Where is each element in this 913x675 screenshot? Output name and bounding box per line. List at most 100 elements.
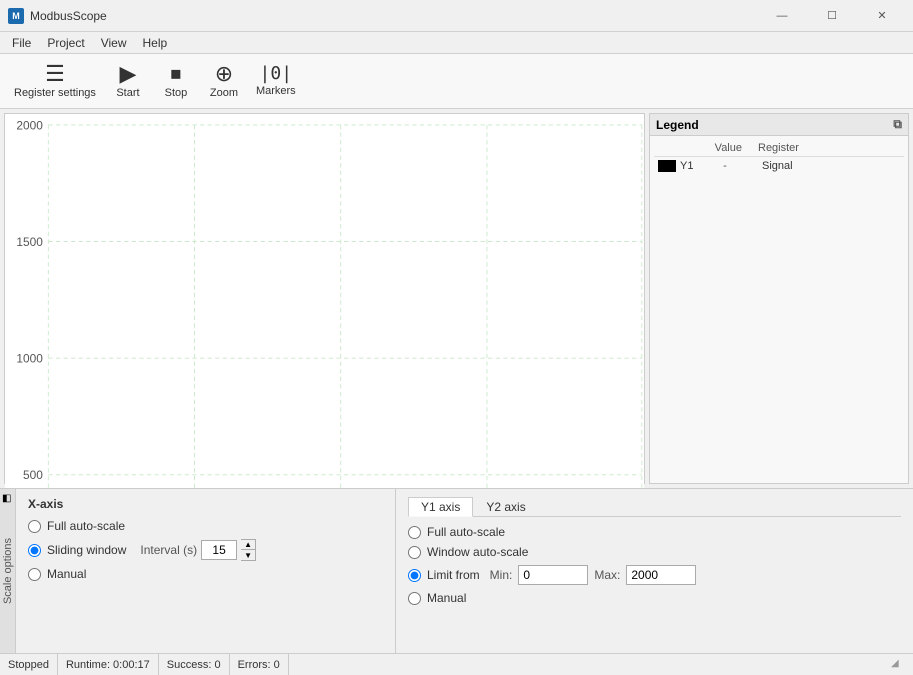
limit-inputs: Min: Max: [490, 565, 697, 585]
main-area: 2000 1500 1000 500 00:00:00,000 00:00:03 [0, 109, 913, 488]
interval-group: Interval (s) ▲ ▼ [140, 539, 256, 561]
tab-y2-axis[interactable]: Y2 axis [473, 497, 538, 517]
legend-row: Y1 - Signal [654, 157, 904, 175]
chart-svg: 2000 1500 1000 500 00:00:00,000 00:00:03 [5, 114, 644, 488]
x-axis-panel: X-axis Full auto-scale Sliding window In… [16, 489, 396, 653]
zoom-label: Zoom [210, 87, 238, 99]
interval-label: Interval (s) [140, 543, 197, 557]
register-settings-label: Register settings [14, 87, 96, 99]
legend-value: - [700, 160, 750, 172]
limit-from-label[interactable]: Limit from [427, 568, 480, 582]
window-auto-scale-row: Window auto-scale [408, 545, 901, 559]
zoom-icon: ⊕ [215, 63, 233, 85]
interval-spinner: ▲ ▼ [241, 539, 256, 561]
success-text: Success: 0 [167, 659, 221, 671]
scale-options-tab: Scale options ◧ [0, 489, 16, 653]
status-errors: Errors: 0 [230, 654, 289, 675]
chart-area[interactable]: 2000 1500 1000 500 00:00:00,000 00:00:03 [5, 114, 644, 488]
start-icon: ▶ [119, 63, 136, 85]
minimize-button[interactable]: — [759, 0, 805, 32]
legend-panel: Legend ⧉ Value Register Y1 - Signal [649, 113, 909, 484]
manual-x-row: Manual [28, 567, 383, 581]
manual-x-label[interactable]: Manual [47, 567, 86, 581]
tab-y1-axis[interactable]: Y1 axis [408, 497, 473, 517]
start-label: Start [116, 87, 139, 99]
legend-col-color-header [658, 142, 682, 154]
interval-input[interactable] [201, 540, 237, 560]
status-runtime: Runtime: 0:00:17 [58, 654, 159, 675]
legend-header: Legend ⧉ [650, 114, 908, 136]
y-axis-tabs: Y1 axis Y2 axis [408, 497, 901, 517]
full-auto-scale-x-label[interactable]: Full auto-scale [47, 519, 125, 533]
app-title: ModbusScope [30, 9, 759, 23]
menu-view[interactable]: View [93, 34, 135, 52]
markers-button[interactable]: |0| Markers [250, 63, 302, 99]
svg-text:1500: 1500 [16, 235, 43, 249]
full-auto-scale-y-radio[interactable] [408, 526, 421, 539]
markers-icon: |0| [260, 65, 293, 83]
legend-col-value-header: Value [682, 142, 742, 154]
menu-file[interactable]: File [4, 34, 39, 52]
legend-table: Value Register Y1 - Signal [650, 136, 908, 483]
limit-from-radio[interactable] [408, 569, 421, 582]
scale-options-icon[interactable]: ◧ [2, 493, 11, 504]
runtime-text: Runtime: 0:00:17 [66, 659, 150, 671]
x-axis-panel-title: X-axis [28, 497, 383, 511]
manual-x-radio[interactable] [28, 568, 41, 581]
window-controls: — ☐ ✕ [759, 0, 905, 32]
stop-icon: ⏹ [170, 63, 181, 85]
full-auto-scale-x-radio[interactable] [28, 520, 41, 533]
interval-down-button[interactable]: ▼ [241, 550, 255, 560]
full-auto-scale-x-row: Full auto-scale [28, 519, 383, 533]
title-bar: M ModbusScope — ☐ ✕ [0, 0, 913, 32]
legend-col-register-header: Register [742, 142, 900, 154]
full-auto-scale-y-row: Full auto-scale [408, 525, 901, 539]
menu-help[interactable]: Help [135, 34, 176, 52]
markers-label: Markers [256, 85, 296, 97]
bottom-panel: Scale options ◧ X-axis Full auto-scale S… [0, 488, 913, 653]
status-stopped: Stopped [0, 654, 58, 675]
interval-up-button[interactable]: ▲ [241, 540, 255, 550]
sliding-window-radio[interactable] [28, 544, 41, 557]
legend-expand-icon[interactable]: ⧉ [893, 117, 902, 132]
stop-button[interactable]: ⏹ Stop [154, 61, 198, 101]
svg-text:2000: 2000 [16, 118, 43, 132]
legend-y-label: Y1 [680, 160, 700, 172]
menu-project[interactable]: Project [39, 34, 92, 52]
limit-from-row: Limit from Min: Max: [408, 565, 901, 585]
svg-text:500: 500 [23, 468, 43, 482]
resize-icon: ◢ [891, 658, 905, 672]
status-bar: Stopped Runtime: 0:00:17 Success: 0 Erro… [0, 653, 913, 675]
legend-title: Legend [656, 118, 699, 132]
sliding-window-label[interactable]: Sliding window [47, 543, 126, 557]
manual-y-radio[interactable] [408, 592, 421, 605]
svg-text:1000: 1000 [16, 351, 43, 365]
legend-register: Signal [750, 160, 900, 172]
y-axis-panel: Y1 axis Y2 axis Full auto-scale Window a… [396, 489, 913, 653]
toolbar: ☰ Register settings ▶ Start ⏹ Stop ⊕ Zoo… [0, 54, 913, 109]
min-input[interactable] [518, 565, 588, 585]
register-settings-button[interactable]: ☰ Register settings [8, 61, 102, 101]
start-button[interactable]: ▶ Start [106, 61, 150, 101]
menu-bar: File Project View Help [0, 32, 913, 54]
window-auto-scale-radio[interactable] [408, 546, 421, 559]
status-success: Success: 0 [159, 654, 230, 675]
full-auto-scale-y-label[interactable]: Full auto-scale [427, 525, 505, 539]
scale-options-label: Scale options [2, 538, 14, 604]
status-resize: ◢ [289, 654, 913, 675]
sliding-window-row: Sliding window Interval (s) ▲ ▼ [28, 539, 383, 561]
close-button[interactable]: ✕ [859, 0, 905, 32]
window-auto-scale-label[interactable]: Window auto-scale [427, 545, 528, 559]
errors-text: Errors: 0 [238, 659, 280, 671]
max-input[interactable] [626, 565, 696, 585]
zoom-button[interactable]: ⊕ Zoom [202, 61, 246, 101]
legend-color-box [658, 160, 676, 172]
manual-y-row: Manual [408, 591, 901, 605]
stop-label: Stop [165, 87, 188, 99]
status-text: Stopped [8, 659, 49, 671]
maximize-button[interactable]: ☐ [809, 0, 855, 32]
manual-y-label[interactable]: Manual [427, 591, 466, 605]
min-label: Min: [490, 568, 513, 582]
register-settings-icon: ☰ [45, 63, 65, 85]
chart-container: 2000 1500 1000 500 00:00:00,000 00:00:03 [4, 113, 645, 484]
